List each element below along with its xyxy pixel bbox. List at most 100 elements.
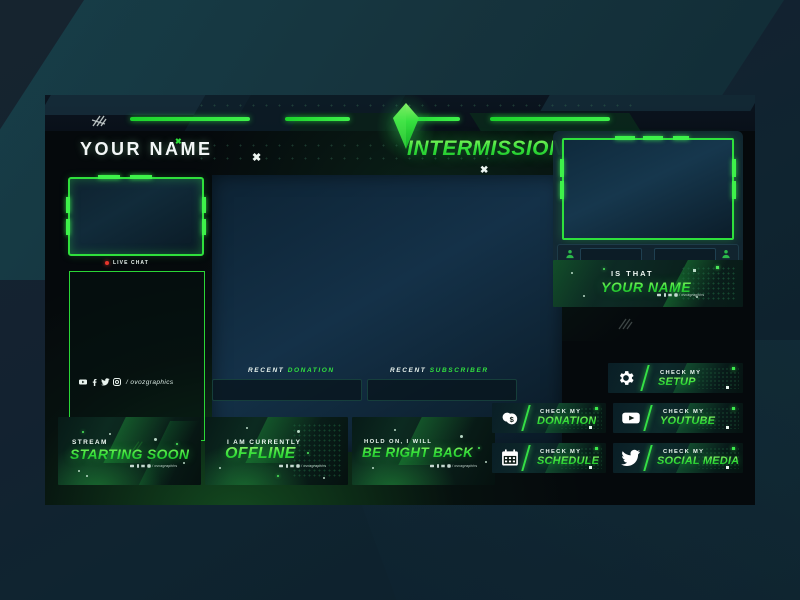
scene-speck-1 [246, 427, 248, 429]
webcam-nub-right-1 [732, 159, 736, 177]
scene-speck-4 [176, 443, 178, 445]
facebook-icon [436, 464, 439, 468]
scene-speck-3 [478, 447, 480, 449]
youtube-icon [130, 464, 134, 468]
topbar-shard-4 [469, 113, 641, 131]
scene-signature: / ovozgraphics [130, 464, 177, 468]
twitter-icon[interactable] [101, 378, 110, 386]
button-green-square [595, 447, 598, 450]
webcam-nub-top-3 [673, 136, 689, 140]
youtube-icon [430, 464, 434, 468]
stream-title: YOUR NAME [80, 139, 213, 159]
cam-nub-left-2 [66, 219, 70, 235]
scene-signature-text: / ovozgraphics [301, 464, 327, 468]
webcam-screen [562, 138, 734, 240]
decor-x-1: ✖ [252, 152, 262, 164]
button-green-square [732, 407, 735, 410]
banner-speck-3 [603, 268, 605, 270]
webcam-nub-right-2 [732, 181, 736, 199]
facebook-icon[interactable] [90, 378, 98, 386]
twitter-icon [668, 293, 672, 297]
money-icon: $ [500, 408, 520, 428]
button-white-square [726, 466, 729, 469]
webcam-nub-left-1 [560, 159, 564, 177]
youtube-icon[interactable] [79, 378, 87, 386]
button-label: YOUTUBE [660, 415, 716, 427]
button-white-square [589, 426, 592, 429]
button-white-square [726, 426, 729, 429]
live-indicator-dot [105, 261, 109, 265]
scene-speck-3 [154, 438, 157, 441]
scene-speck-2 [297, 430, 300, 433]
scene-signature: / ovozgraphics [279, 464, 326, 468]
cam-nub-right-1 [202, 197, 206, 213]
recent-donation-label-prefix: RECENT [248, 367, 285, 374]
scene-speck-5 [485, 461, 487, 463]
scene-speck-6 [86, 475, 88, 477]
youtube-icon [621, 408, 641, 428]
banner-pretitle: IS THAT [611, 269, 654, 278]
instagram-icon[interactable] [113, 378, 121, 386]
cam-nub-top-2 [130, 175, 152, 179]
button-label: SETUP [658, 376, 696, 388]
recent-subscriber-label-prefix: RECENT [390, 367, 427, 374]
scene-speck-2 [460, 435, 463, 438]
button-dot-grid [697, 367, 739, 389]
chat-panel[interactable] [69, 271, 205, 441]
main-webcam-frame[interactable] [553, 131, 743, 266]
scene-speck-4 [219, 467, 221, 469]
instagram-icon [673, 293, 678, 297]
action-button-youtube[interactable]: CHECK MY YOUTUBE [613, 403, 743, 433]
cam-nub-right-2 [202, 219, 206, 235]
action-button-donation[interactable]: $ CHECK MY DONATION [492, 403, 606, 433]
brand-slash-logo [91, 114, 107, 128]
recent-subscriber-box[interactable] [367, 379, 517, 401]
scene-speck-4 [372, 467, 374, 469]
banner-speck-2 [693, 269, 696, 272]
brand-slash-logo-tertiary [131, 440, 147, 454]
scene-subtitle: STREAM [72, 439, 108, 446]
recent-subscriber-label: RECENT SUBSCRIBER [390, 367, 489, 374]
webcam-left-badge-icon [565, 249, 575, 259]
twitter-icon [141, 464, 145, 468]
button-accent-slash [640, 365, 650, 391]
youtube-icon [279, 464, 283, 468]
scene-card-be-right-back[interactable]: HOLD ON, I WILL BE RIGHT BACK / ovozgrap… [352, 417, 495, 485]
calendar-icon [500, 448, 520, 468]
banner-speck-4 [716, 266, 719, 269]
button-white-square [726, 386, 729, 389]
scene-card-starting-soon[interactable]: STREAM STARTING SOON / ovozgraphics [58, 417, 201, 485]
scene-signature: / ovozgraphics [430, 464, 477, 468]
scene-speck-1 [394, 429, 396, 431]
button-green-square [732, 447, 735, 450]
scene-card-offline[interactable]: I AM CURRENTLY OFFLINE / ovozgraphics [205, 417, 348, 485]
action-button-schedule[interactable]: CHECK MY SCHEDULE [492, 443, 606, 473]
scene-speck-5 [78, 470, 80, 472]
scene-title: INTERMISSION [407, 137, 565, 160]
recent-donation-box[interactable] [212, 379, 362, 401]
banner-speck-1 [571, 272, 573, 274]
action-button-social-media[interactable]: CHECK MY SOCIAL MEDIA [613, 443, 743, 473]
recent-subscriber-label-suffix: SUBSCRIBER [429, 367, 489, 374]
scene-signature-text: / ovozgraphics [152, 464, 178, 468]
social-handle-text: / ovozgraphics [126, 378, 174, 386]
live-chat-label: LIVE CHAT [113, 260, 149, 266]
webcam-right-badge-icon [721, 249, 731, 259]
stream-overlay-canvas: YOUR NAME INTERMISSION ✖ ✖ ✖ ✖ ✖ LIVE CH… [45, 95, 755, 505]
button-accent-slash [521, 445, 531, 471]
button-green-square [595, 407, 598, 410]
secondary-webcam-frame[interactable] [66, 175, 206, 256]
webcam-nub-top-2 [643, 136, 663, 140]
webcam-nub-left-2 [560, 181, 564, 199]
gear-icon [616, 368, 636, 388]
facebook-icon [285, 464, 288, 468]
button-accent-slash [643, 445, 653, 471]
topbar-accent-bar-1 [130, 117, 250, 121]
webcam-nub-top-1 [615, 136, 635, 140]
cam-nub-left-1 [66, 197, 70, 213]
action-button-setup[interactable]: CHECK MY SETUP [608, 363, 743, 393]
brand-slash-logo-secondary [617, 317, 633, 331]
facebook-icon [663, 293, 666, 297]
decor-x-green: ✖ [175, 137, 182, 146]
scene-title-text: STARTING SOON [70, 446, 190, 462]
